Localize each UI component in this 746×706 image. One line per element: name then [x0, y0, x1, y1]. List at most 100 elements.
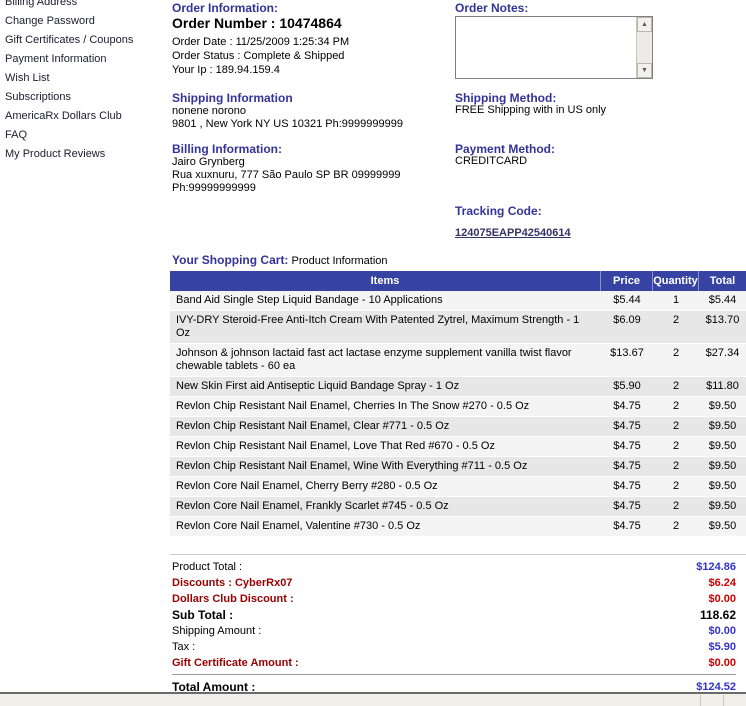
- sidebar-item[interactable]: Gift Certificates / Coupons: [0, 31, 165, 50]
- sidebar-item[interactable]: AmericaRx Dollars Club: [0, 107, 165, 126]
- sidebar-item[interactable]: Wish List: [0, 69, 165, 88]
- order-notes-textarea[interactable]: ▲ ▼: [455, 16, 653, 79]
- item-name: Revlon Core Nail Enamel, Valentine #730 …: [170, 517, 601, 536]
- scrollbar-up-icon[interactable]: ▲: [637, 17, 652, 32]
- table-row: Revlon Core Nail Enamel, Frankly Scarlet…: [170, 497, 746, 517]
- item-quantity: 2: [653, 397, 699, 416]
- item-quantity: 2: [653, 417, 699, 436]
- item-name: Revlon Core Nail Enamel, Cherry Berry #2…: [170, 477, 601, 496]
- column-items: Items: [170, 271, 601, 291]
- item-name: Johnson & johnson lactaid fast act lacta…: [170, 344, 601, 376]
- table-row: Johnson & johnson lactaid fast act lacta…: [170, 344, 746, 377]
- sidebar-item[interactable]: Payment Information: [0, 50, 165, 69]
- item-total: $13.70: [699, 311, 746, 343]
- item-total: $11.80: [699, 377, 746, 396]
- cart-table-header: Items Price Quantity Total: [170, 271, 746, 291]
- totals-row: Sub Total : 118.62: [172, 607, 736, 623]
- item-price: $5.44: [601, 291, 653, 310]
- item-price: $4.75: [601, 417, 653, 436]
- item-name: New Skin First aid Antiseptic Liquid Ban…: [170, 377, 601, 396]
- sidebar-item[interactable]: Billing Address: [0, 0, 165, 12]
- item-quantity: 2: [653, 344, 699, 376]
- item-quantity: 1: [653, 291, 699, 310]
- totals-value: $0.00: [708, 591, 736, 607]
- item-name: Revlon Chip Resistant Nail Enamel, Clear…: [170, 417, 601, 436]
- totals-label: Product Total :: [172, 559, 242, 575]
- order-ip: Your Ip : 189.94.159.4: [172, 63, 280, 77]
- item-total: $9.50: [699, 497, 746, 516]
- order-number: Order Number : 10474864: [172, 15, 342, 31]
- item-name: IVY-DRY Steroid-Free Anti-Itch Cream Wit…: [170, 311, 601, 343]
- totals-label: Tax :: [172, 639, 195, 655]
- order-notes-heading: Order Notes:: [455, 1, 528, 15]
- totals-label: Sub Total :: [172, 607, 233, 623]
- shipping-name: nonene norono: [172, 104, 246, 118]
- item-price: $6.09: [601, 311, 653, 343]
- column-price: Price: [601, 271, 653, 291]
- item-name: Revlon Chip Resistant Nail Enamel, Love …: [170, 437, 601, 456]
- billing-name: Jairo Grynberg: [172, 155, 245, 169]
- table-row: Revlon Chip Resistant Nail Enamel, Wine …: [170, 457, 746, 477]
- payment-method-value: CREDITCARD: [455, 154, 527, 168]
- totals-value: $0.00: [708, 623, 736, 639]
- item-total: $27.34: [699, 344, 746, 376]
- item-price: $4.75: [601, 397, 653, 416]
- item-quantity: 2: [653, 457, 699, 476]
- sidebar-item[interactable]: FAQ: [0, 126, 165, 145]
- item-quantity: 2: [653, 477, 699, 496]
- status-bar-divider: [723, 695, 724, 706]
- totals-label: Gift Certificate Amount :: [172, 655, 299, 671]
- item-price: $4.75: [601, 477, 653, 496]
- item-total: $9.50: [699, 397, 746, 416]
- account-sidebar: Billing AddressChange PasswordGift Certi…: [0, 0, 165, 164]
- totals-label: Discounts : CyberRx07: [172, 575, 292, 591]
- cart-table-body: Band Aid Single Step Liquid Bandage - 10…: [170, 291, 746, 537]
- item-name: Revlon Chip Resistant Nail Enamel, Cherr…: [170, 397, 601, 416]
- table-row: Revlon Chip Resistant Nail Enamel, Love …: [170, 437, 746, 457]
- item-price: $5.90: [601, 377, 653, 396]
- item-quantity: 2: [653, 377, 699, 396]
- scrollbar-down-icon[interactable]: ▼: [637, 63, 652, 78]
- item-price: $4.75: [601, 437, 653, 456]
- totals-row: Dollars Club Discount : $0.00: [172, 591, 736, 607]
- totals-value: $5.90: [708, 639, 736, 655]
- totals-label: Shipping Amount :: [172, 623, 261, 639]
- item-price: $13.67: [601, 344, 653, 376]
- table-row: Revlon Core Nail Enamel, Valentine #730 …: [170, 517, 746, 537]
- totals-row: Gift Certificate Amount :$0.00: [172, 655, 736, 671]
- order-date: Order Date : 11/25/2009 1:25:34 PM: [172, 35, 349, 49]
- item-quantity: 2: [653, 497, 699, 516]
- item-name: Revlon Chip Resistant Nail Enamel, Wine …: [170, 457, 601, 476]
- sidebar-item[interactable]: My Product Reviews: [0, 145, 165, 164]
- item-total: $9.50: [699, 437, 746, 456]
- totals-row: Product Total :$124.86: [172, 559, 736, 575]
- shipping-address: 9801 , New York NY US 10321 Ph:999999999…: [172, 117, 403, 131]
- item-price: $4.75: [601, 497, 653, 516]
- notes-scrollbar[interactable]: ▲ ▼: [636, 17, 652, 78]
- item-total: $9.50: [699, 417, 746, 436]
- totals-row: Tax : $5.90: [172, 639, 736, 655]
- totals-row: Discounts : CyberRx07$6.24: [172, 575, 736, 591]
- column-quantity: Quantity: [653, 271, 699, 291]
- totals-value: 118.62: [700, 607, 736, 623]
- cart-table: Items Price Quantity Total Band Aid Sing…: [170, 271, 746, 537]
- sidebar-item[interactable]: Change Password: [0, 12, 165, 31]
- cart-heading-label: Your Shopping Cart:: [172, 253, 288, 267]
- sidebar-item[interactable]: Subscriptions: [0, 88, 165, 107]
- item-total: $9.50: [699, 477, 746, 496]
- table-row: IVY-DRY Steroid-Free Anti-Itch Cream Wit…: [170, 311, 746, 344]
- table-row: Revlon Core Nail Enamel, Cherry Berry #2…: [170, 477, 746, 497]
- item-total: $5.44: [699, 291, 746, 310]
- status-bar: [0, 692, 746, 706]
- table-row: Revlon Chip Resistant Nail Enamel, Clear…: [170, 417, 746, 437]
- tracking-code-heading: Tracking Code:: [455, 204, 542, 218]
- item-total: $9.50: [699, 457, 746, 476]
- item-price: $4.75: [601, 457, 653, 476]
- tracking-code-link[interactable]: 124075EAPP42540614: [455, 227, 571, 239]
- totals-label: Dollars Club Discount :: [172, 591, 294, 607]
- order-totals: Product Total :$124.86Discounts : CyberR…: [170, 554, 746, 695]
- billing-address: Rua xuxnuru, 777 São Paulo SP BR 0999999…: [172, 168, 401, 182]
- billing-phone: Ph:99999999999: [172, 181, 256, 195]
- shipping-information-heading: Shipping Information: [172, 91, 293, 105]
- table-row: Revlon Chip Resistant Nail Enamel, Cherr…: [170, 397, 746, 417]
